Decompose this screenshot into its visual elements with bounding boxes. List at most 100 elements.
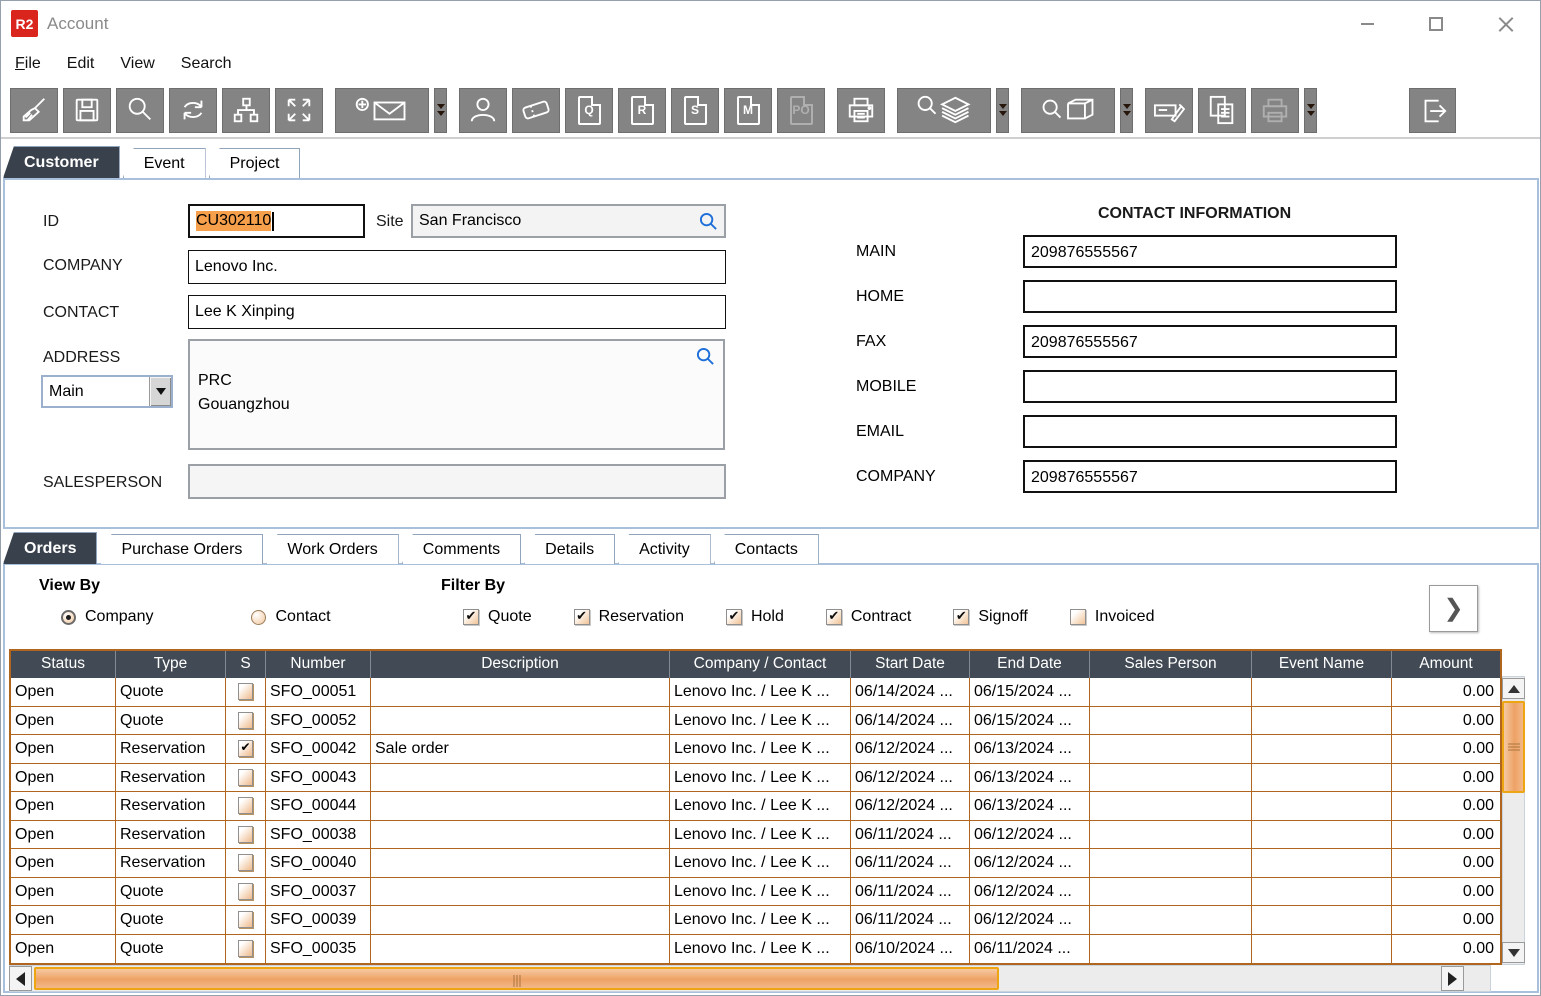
row-s-checkbox-unchecked[interactable] — [238, 911, 253, 928]
search-stack-dropdown[interactable] — [995, 87, 1010, 134]
checkbox-invoiced-unchecked[interactable] — [1070, 609, 1086, 625]
expand-button[interactable] — [274, 87, 324, 134]
view-by-contact[interactable]: Contact — [251, 608, 330, 626]
table-row[interactable]: OpenQuoteSFO_00039Lenovo Inc. / Lee K ..… — [11, 906, 1500, 935]
checkbox-reservation-checked[interactable] — [574, 609, 590, 625]
row-s-checkbox-checked[interactable] — [238, 740, 253, 757]
contact-button[interactable] — [458, 87, 508, 134]
column-header-end-date[interactable]: End Date — [970, 651, 1090, 678]
filter-quote[interactable]: Quote — [463, 608, 532, 626]
filter-invoiced[interactable]: Invoiced — [1070, 608, 1155, 626]
row-s-checkbox-unchecked[interactable] — [238, 769, 253, 786]
exit-button[interactable] — [1408, 87, 1457, 134]
column-header-number[interactable]: Number — [266, 651, 371, 678]
column-header-type[interactable]: Type — [116, 651, 226, 678]
table-row[interactable]: OpenReservationSFO_00040Lenovo Inc. / Le… — [11, 849, 1500, 878]
quote-doc-button[interactable]: Q — [564, 87, 614, 134]
row-s-checkbox-unchecked[interactable] — [238, 826, 253, 843]
address-field[interactable]: PRC Gouangzhou — [188, 339, 725, 450]
scroll-right-button[interactable] — [1441, 966, 1464, 991]
hierarchy-button[interactable] — [221, 87, 271, 134]
fax-field[interactable]: 209876555567 — [1023, 325, 1397, 358]
print-device-button[interactable] — [836, 87, 886, 134]
column-header-event-name[interactable]: Event Name — [1252, 651, 1392, 678]
close-button[interactable] — [1495, 13, 1517, 35]
address-search-icon[interactable] — [696, 347, 715, 366]
save-button[interactable] — [62, 87, 112, 134]
column-header-start-date[interactable]: Start Date — [851, 651, 970, 678]
tab-purchase-orders[interactable]: Purchase Orders — [100, 534, 263, 564]
checkbox-quote-checked[interactable] — [463, 609, 479, 625]
tab-comments[interactable]: Comments — [402, 534, 521, 564]
row-s-checkbox-unchecked[interactable] — [238, 683, 253, 700]
checkbox-hold-checked[interactable] — [726, 609, 742, 625]
column-header-company-contact[interactable]: Company / Contact — [670, 651, 851, 678]
new-message-button[interactable] — [334, 87, 430, 134]
menu-search[interactable]: Search — [181, 55, 232, 73]
search-item-button[interactable] — [1020, 87, 1116, 134]
search-button[interactable] — [115, 87, 165, 134]
row-s-checkbox-unchecked[interactable] — [238, 883, 253, 900]
dropdown-arrow-button[interactable] — [149, 377, 171, 406]
row-s-checkbox-unchecked[interactable] — [238, 940, 253, 957]
menu-view[interactable]: View — [120, 55, 154, 73]
tab-customer[interactable]: Customer — [3, 146, 120, 178]
site-field[interactable]: San Francisco — [411, 204, 726, 238]
column-header-description[interactable]: Description — [371, 651, 670, 678]
menu-file[interactable]: File — [15, 55, 41, 73]
email-field[interactable] — [1023, 415, 1397, 448]
signoff-doc-button[interactable]: S — [670, 87, 720, 134]
filter-reservation[interactable]: Reservation — [574, 608, 684, 626]
radio-contact[interactable] — [251, 610, 266, 625]
refresh-button[interactable] — [168, 87, 218, 134]
tab-event[interactable]: Event — [123, 148, 206, 178]
checkbox-contract-checked[interactable] — [826, 609, 842, 625]
search-item-dropdown[interactable] — [1119, 87, 1134, 134]
home-field[interactable] — [1023, 280, 1397, 313]
rename-button[interactable] — [1144, 87, 1194, 134]
vertical-scroll-thumb[interactable] — [1502, 701, 1525, 793]
id-field[interactable]: CU302110 — [188, 204, 365, 238]
tab-work-orders[interactable]: Work Orders — [266, 534, 398, 564]
table-row[interactable]: OpenQuoteSFO_00052Lenovo Inc. / Lee K ..… — [11, 707, 1500, 736]
row-s-checkbox-unchecked[interactable] — [238, 854, 253, 871]
maximize-button[interactable] — [1425, 13, 1447, 35]
column-header-amount[interactable]: Amount — [1392, 651, 1500, 678]
table-row[interactable]: OpenReservationSFO_00042Sale orderLenovo… — [11, 735, 1500, 764]
tab-activity[interactable]: Activity — [618, 534, 711, 564]
tab-orders[interactable]: Orders — [3, 532, 97, 564]
column-header-sales-person[interactable]: Sales Person — [1090, 651, 1252, 678]
column-header-s[interactable]: S — [226, 651, 266, 678]
scroll-left-button[interactable] — [9, 966, 32, 991]
site-search-icon[interactable] — [699, 212, 718, 231]
company-field[interactable]: 209876555567 — [1023, 460, 1397, 493]
clear-button[interactable] — [9, 87, 59, 134]
row-s-checkbox-unchecked[interactable] — [238, 797, 253, 814]
table-row[interactable]: OpenReservationSFO_00043Lenovo Inc. / Le… — [11, 764, 1500, 793]
radio-company-selected[interactable] — [61, 610, 76, 625]
filter-signoff[interactable]: Signoff — [953, 608, 1028, 626]
misc-doc-button[interactable]: M — [723, 87, 773, 134]
table-row[interactable]: OpenReservationSFO_00038Lenovo Inc. / Le… — [11, 821, 1500, 850]
reservation-doc-button[interactable]: R — [617, 87, 667, 134]
tab-details[interactable]: Details — [524, 534, 615, 564]
checkbox-signoff-checked[interactable] — [953, 609, 969, 625]
tab-contacts[interactable]: Contacts — [714, 534, 819, 564]
minimize-button[interactable] — [1356, 13, 1378, 35]
search-stack-button[interactable] — [896, 87, 992, 134]
table-row[interactable]: OpenQuoteSFO_00035Lenovo Inc. / Lee K ..… — [11, 935, 1500, 964]
ticket-button[interactable] — [511, 87, 561, 134]
scroll-up-button[interactable] — [1502, 678, 1525, 699]
table-row[interactable]: OpenReservationSFO_00044Lenovo Inc. / Le… — [11, 792, 1500, 821]
next-page-button[interactable]: ❯ — [1429, 585, 1478, 632]
company-field[interactable]: Lenovo Inc. — [188, 250, 726, 284]
new-message-dropdown[interactable] — [433, 87, 448, 134]
view-by-company[interactable]: Company — [61, 608, 153, 626]
table-row[interactable]: OpenQuoteSFO_00051Lenovo Inc. / Lee K ..… — [11, 678, 1500, 707]
main-field[interactable]: 209876555567 — [1023, 235, 1397, 268]
menu-edit[interactable]: Edit — [67, 55, 95, 73]
mobile-field[interactable] — [1023, 370, 1397, 403]
filter-contract[interactable]: Contract — [826, 608, 911, 626]
horizontal-scroll-thumb[interactable] — [34, 967, 999, 990]
address-type-dropdown[interactable]: Main — [41, 375, 173, 408]
